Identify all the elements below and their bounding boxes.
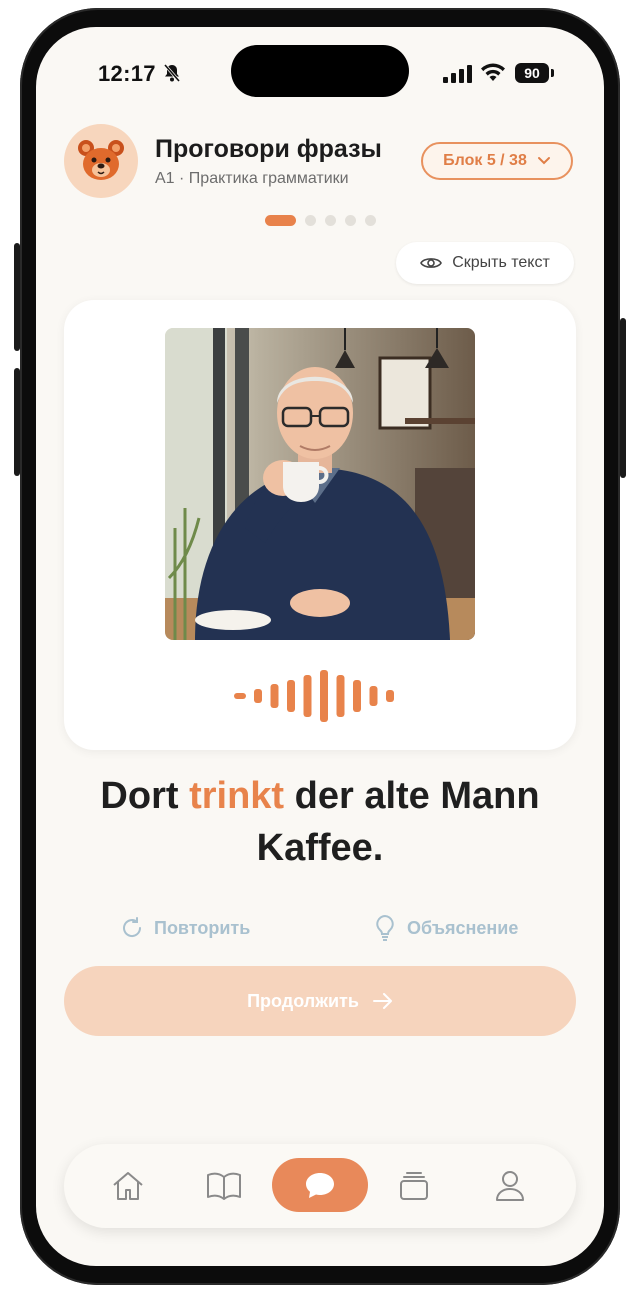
battery-indicator: 90: [515, 63, 549, 83]
explanation-label: Объяснение: [407, 917, 519, 938]
arrow-right-icon: [372, 993, 392, 1009]
explanation-button[interactable]: Объяснение: [373, 912, 518, 944]
hide-text-label: Скрыть текст: [452, 254, 550, 271]
progress-dot: [305, 214, 316, 226]
block-selector-button[interactable]: Блок 5 / 38: [421, 142, 573, 180]
progress-dot: [365, 214, 376, 226]
hide-text-button[interactable]: Скрыть текст: [396, 242, 574, 284]
volume-up-button: [14, 243, 20, 351]
repeat-label: Повторить: [154, 917, 251, 938]
nav-speak[interactable]: [272, 1158, 368, 1212]
scene-photo: [165, 328, 475, 640]
page-subtitle: A1 · Практика грамматики: [155, 170, 349, 187]
waveform-bar: [369, 686, 378, 706]
bear-face-icon: [78, 140, 124, 180]
book-icon: [207, 1172, 241, 1200]
phrase-highlight-verb: trinkt: [189, 775, 285, 817]
power-button: [620, 318, 626, 478]
muted-bell-icon: [163, 64, 181, 82]
status-time: 12:17: [98, 61, 156, 86]
cellular-signal-icon: [443, 65, 472, 83]
phrase-after: der alte Mann Kaffee.: [256, 775, 540, 869]
dynamic-island: [231, 45, 409, 97]
progress-dots: [265, 214, 376, 226]
audio-waveform-icon[interactable]: [234, 670, 406, 722]
waveform-bar: [303, 675, 312, 717]
bear-mascot-avatar: [64, 124, 138, 198]
refresh-icon: [123, 917, 142, 937]
nav-profile[interactable]: [488, 1164, 532, 1208]
waveform-bar: [234, 693, 246, 699]
waveform-bar: [320, 670, 328, 722]
waveform-bar: [336, 675, 345, 717]
wifi-icon: [481, 63, 505, 81]
chevron-down-icon: [537, 157, 550, 165]
waveform-bar: [353, 680, 361, 712]
progress-dot: [345, 214, 356, 226]
profile-icon: [496, 1171, 524, 1201]
waveform-bar: [254, 689, 262, 703]
waveform-bar: [270, 684, 279, 708]
phrase-text: Dort trinkt der alte Mann Kaffee.: [36, 770, 604, 874]
old-man-drinking-coffee-illustration: [165, 328, 475, 640]
nav-cards[interactable]: [392, 1164, 436, 1208]
waveform-bar: [287, 680, 295, 712]
continue-label: Продолжить: [247, 990, 359, 1011]
progress-dot-active: [265, 214, 296, 226]
nav-lessons[interactable]: [202, 1164, 246, 1208]
repeat-button[interactable]: Повторить: [120, 912, 250, 944]
phrase-card: [64, 300, 576, 750]
bottom-navigation: [64, 1144, 576, 1228]
page-title: Проговори фразы: [155, 135, 382, 163]
lightbulb-icon: [376, 914, 394, 941]
chat-icon: [306, 1173, 334, 1198]
progress-dot: [325, 214, 336, 226]
nav-home[interactable]: [106, 1164, 150, 1208]
block-selector-label: Блок 5 / 38: [443, 152, 527, 169]
home-icon: [113, 1172, 143, 1200]
waveform-bar: [386, 690, 394, 702]
cards-icon: [400, 1172, 428, 1200]
continue-button[interactable]: Продолжить: [64, 966, 576, 1036]
status-bar: 12:17 90: [36, 27, 604, 113]
volume-down-button: [14, 368, 20, 476]
app-screen: 12:17 90 Проговори фразы A1 · Практика г…: [36, 27, 604, 1266]
battery-tip: [551, 69, 554, 77]
eye-icon: [420, 258, 443, 268]
phrase-before: Dort: [100, 775, 190, 817]
